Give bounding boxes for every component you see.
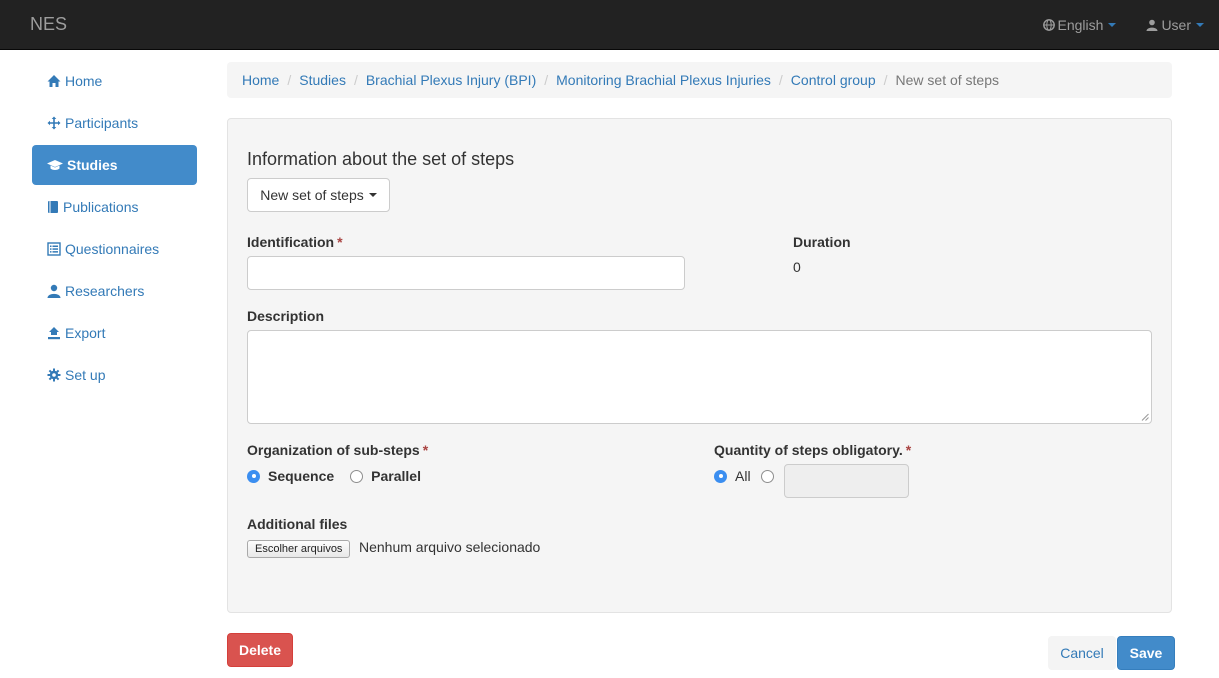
sidebar-item-label: Researchers — [65, 283, 145, 299]
duration-label: Duration — [793, 234, 851, 250]
user-menu[interactable]: User — [1146, 17, 1204, 33]
radio-custom-quantity[interactable] — [760, 469, 774, 483]
required-mark: * — [422, 442, 429, 458]
radio-parallel-label[interactable]: Parallel — [371, 468, 421, 484]
user-label: User — [1161, 17, 1191, 33]
breadcrumb-link-studies[interactable]: Studies — [299, 72, 346, 88]
organization-radio-group: Sequence Parallel — [247, 468, 435, 484]
breadcrumb-separator: / — [353, 72, 358, 88]
quantity-label-text: Quantity of steps obligatory. — [714, 442, 903, 458]
user-icon — [1146, 19, 1158, 31]
sidebar-item-label: Set up — [65, 367, 106, 383]
radio-sequence[interactable] — [247, 469, 260, 483]
sidebar-item-researchers[interactable]: Researchers — [32, 271, 197, 311]
sidebar-item-export[interactable]: Export — [32, 313, 197, 353]
quantity-radio-group: All — [714, 468, 782, 484]
language-label: English — [1057, 17, 1104, 33]
sidebar-item-label: Publications — [63, 199, 139, 215]
sidebar-nav: Home Participants Studies Publications Q… — [32, 61, 197, 397]
cancel-button[interactable]: Cancel — [1048, 636, 1116, 670]
globe-icon — [1042, 19, 1055, 31]
additional-files-label: Additional files — [247, 516, 348, 532]
brand-logo[interactable]: NES — [30, 14, 67, 35]
sidebar-item-home[interactable]: Home — [32, 61, 197, 101]
sidebar-item-label: Export — [65, 325, 106, 341]
resize-handle-icon[interactable] — [1141, 413, 1149, 421]
quantity-number-input[interactable] — [784, 464, 909, 498]
breadcrumb-current: New set of steps — [895, 72, 1000, 88]
radio-sequence-label[interactable]: Sequence — [268, 468, 334, 484]
chevron-down-icon — [368, 193, 377, 197]
book-icon — [48, 201, 58, 213]
identification-input[interactable] — [247, 256, 685, 290]
sidebar-item-studies[interactable]: Studies — [32, 145, 197, 185]
chevron-down-icon — [1108, 23, 1117, 27]
identification-label: Identification * — [247, 234, 343, 250]
home-icon — [47, 75, 61, 87]
move-icon — [47, 116, 61, 130]
description-textarea[interactable] — [247, 330, 1152, 424]
save-button[interactable]: Save — [1117, 636, 1175, 670]
breadcrumb-link-study[interactable]: Brachial Plexus Injury (BPI) — [366, 72, 536, 88]
sidebar-item-participants[interactable]: Participants — [32, 103, 197, 143]
breadcrumb-link-group[interactable]: Control group — [791, 72, 876, 88]
export-icon — [48, 327, 60, 340]
sidebar-item-publications[interactable]: Publications — [32, 187, 197, 227]
breadcrumb-separator: / — [883, 72, 888, 88]
file-status-text: Nenhum arquivo selecionado — [359, 539, 541, 555]
radio-all-label[interactable]: All — [735, 468, 751, 484]
duration-value: 0 — [793, 259, 801, 275]
identification-label-text: Identification — [247, 234, 335, 250]
radio-all[interactable] — [714, 469, 727, 483]
sidebar-item-questionnaires[interactable]: Questionnaires — [32, 229, 197, 269]
breadcrumb-separator: / — [778, 72, 783, 88]
language-menu[interactable]: English — [1042, 17, 1117, 33]
breadcrumb-link-experiment[interactable]: Monitoring Brachial Plexus Injuries — [556, 72, 771, 88]
sidebar-item-label: Studies — [67, 157, 118, 173]
sidebar-item-label: Questionnaires — [65, 241, 160, 257]
organization-label: Organization of sub-steps * — [247, 442, 428, 458]
graduation-cap-icon — [47, 160, 63, 170]
list-alt-icon — [47, 242, 61, 256]
user-icon — [47, 284, 61, 298]
breadcrumb: Home / Studies / Brachial Plexus Injury … — [227, 62, 1172, 98]
quantity-label: Quantity of steps obligatory. * — [714, 442, 911, 458]
breadcrumb-separator: / — [287, 72, 292, 88]
required-mark: * — [905, 442, 912, 458]
cog-icon — [47, 368, 61, 382]
radio-parallel[interactable] — [350, 469, 364, 483]
sidebar-item-setup[interactable]: Set up — [32, 355, 197, 395]
description-label: Description — [247, 308, 325, 324]
page-title: Information about the set of steps — [247, 149, 515, 169]
breadcrumb-separator: / — [544, 72, 549, 88]
choose-files-button[interactable]: Escolher arquivos — [247, 540, 351, 558]
chevron-down-icon — [1196, 23, 1204, 27]
required-mark: * — [337, 234, 343, 250]
delete-button[interactable]: Delete — [227, 633, 293, 667]
organization-label-text: Organization of sub-steps — [247, 442, 420, 458]
set-of-steps-dropdown[interactable]: New set of steps — [247, 178, 390, 212]
set-of-steps-form: Information about the set of steps New s… — [227, 118, 1172, 613]
top-navbar: NES English User — [0, 0, 1219, 50]
sidebar-item-label: Participants — [65, 115, 139, 131]
dropdown-label: New set of steps — [260, 187, 364, 203]
navbar-right: English User — [1013, 0, 1204, 50]
sidebar-item-label: Home — [65, 73, 103, 89]
breadcrumb-link-home[interactable]: Home — [242, 72, 279, 88]
